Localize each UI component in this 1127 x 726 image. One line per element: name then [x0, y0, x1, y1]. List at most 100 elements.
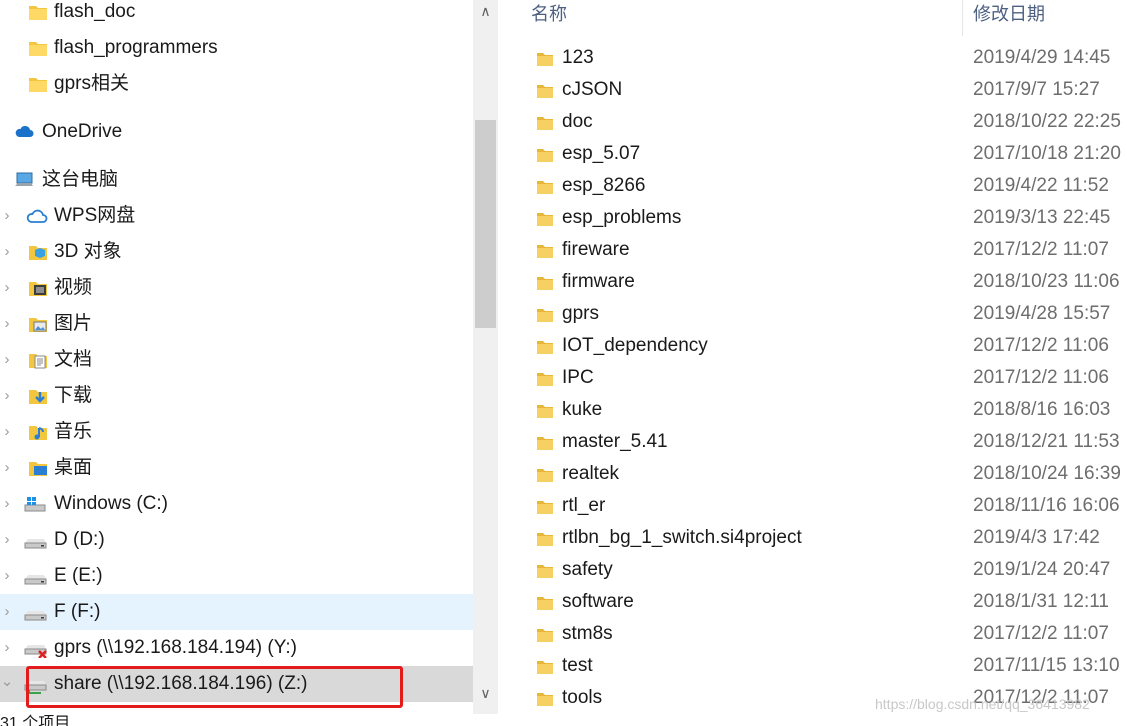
nav-item-wps-cloud[interactable]: › WPS网盘 [0, 198, 473, 234]
nav-item-f-drive[interactable]: › F (F:) [0, 594, 473, 630]
folder-icon [29, 78, 47, 92]
nav-item-this-pc[interactable]: 这台电脑 [0, 162, 473, 198]
file-name: software [562, 591, 634, 612]
file-row[interactable]: rtl_er 2018/11/16 16:06 [498, 491, 1127, 523]
file-date-modified: 2019/4/3 17:42 [973, 527, 1100, 548]
nav-item-label: flash_doc [54, 1, 136, 22]
file-row[interactable]: IPC 2017/12/2 11:06 [498, 363, 1127, 395]
file-row[interactable]: stm8s 2017/12/2 11:07 [498, 619, 1127, 651]
nav-item-music[interactable]: › 音乐 [0, 414, 473, 450]
file-name: stm8s [562, 623, 613, 644]
file-date-modified: 2018/8/16 16:03 [973, 399, 1111, 420]
nav-item-label: 下载 [54, 385, 93, 406]
chevron-down-icon[interactable]: ⌄ [0, 674, 14, 690]
nav-item-label: 音乐 [54, 421, 93, 442]
file-row[interactable]: rtlbn_bg_1_switch.si4project 2019/4/3 17:… [498, 523, 1127, 555]
file-row[interactable]: 123 2019/4/29 14:45 [498, 43, 1127, 75]
column-divider[interactable] [962, 0, 963, 36]
file-row[interactable]: esp_problems 2019/3/13 22:45 [498, 203, 1127, 235]
column-header-name[interactable]: 名称 [531, 2, 567, 26]
chevron-right-icon[interactable]: › [0, 316, 14, 332]
nav-item-3d-objects[interactable]: › 3D 对象 [0, 234, 473, 270]
chevron-right-icon[interactable]: › [0, 568, 14, 584]
nav-scrollbar[interactable]: ∧ ∨ [473, 0, 498, 714]
chevron-right-icon[interactable]: › [0, 424, 14, 440]
file-row[interactable]: firmware 2018/10/23 11:06 [498, 267, 1127, 299]
nav-item-e-drive[interactable]: › E (E:) [0, 558, 473, 594]
file-name: IOT_dependency [562, 335, 708, 356]
file-name: doc [562, 111, 593, 132]
file-row[interactable]: safety 2019/1/24 20:47 [498, 555, 1127, 587]
chevron-right-icon[interactable]: › [0, 640, 14, 656]
nav-item-label: Windows (C:) [54, 493, 169, 514]
file-row[interactable]: esp_8266 2019/4/22 11:52 [498, 171, 1127, 203]
folder-icon [537, 85, 553, 98]
file-name: IPC [562, 367, 594, 388]
folder-icon [537, 181, 553, 194]
file-date-modified: 2017/10/18 21:20 [973, 143, 1121, 164]
nav-item-documents[interactable]: › 文档 [0, 342, 473, 378]
drive-icon [24, 575, 47, 585]
file-row[interactable]: esp_5.07 2017/10/18 21:20 [498, 139, 1127, 171]
chevron-right-icon[interactable]: › [0, 460, 14, 476]
scroll-down-arrow-icon[interactable]: ∨ [473, 682, 498, 704]
videos-folder-icon [29, 282, 47, 296]
nav-item-gprs-network-drive[interactable]: › gprs (\\192.168.184.194) (Y:) [0, 630, 473, 666]
chevron-right-icon[interactable]: › [0, 532, 14, 548]
scroll-thumb[interactable] [475, 120, 496, 328]
annotation-highlight-box [26, 666, 403, 708]
folder-icon [537, 277, 553, 290]
file-row[interactable]: realtek 2018/10/24 16:39 [498, 459, 1127, 491]
folder-icon [537, 245, 553, 258]
nav-item-onedrive[interactable]: OneDrive [0, 114, 473, 150]
file-date-modified: 2018/10/22 22:25 [973, 111, 1121, 132]
file-row[interactable]: master_5.41 2018/12/21 11:53 [498, 427, 1127, 459]
file-row[interactable]: software 2018/1/31 12:11 [498, 587, 1127, 619]
file-name: cJSON [562, 79, 623, 100]
file-date-modified: 2017/9/7 15:27 [973, 79, 1100, 100]
nav-item-windows-c[interactable]: › Windows (C:) [0, 486, 473, 522]
chevron-right-icon[interactable]: › [0, 244, 14, 260]
onedrive-cloud-icon [15, 125, 34, 137]
chevron-right-icon[interactable]: › [0, 496, 14, 512]
nav-item-flash-programmers[interactable]: flash_programmers [0, 30, 473, 66]
network-drive-disconnected-icon [24, 645, 47, 658]
nav-item-gprs-related[interactable]: gprs相关 [0, 66, 473, 102]
nav-item-label: D (D:) [54, 529, 105, 550]
nav-item-downloads[interactable]: › 下载 [0, 378, 473, 414]
file-row[interactable]: kuke 2018/8/16 16:03 [498, 395, 1127, 427]
nav-item-label: E (E:) [54, 565, 103, 586]
nav-item-desktop[interactable]: › 桌面 [0, 450, 473, 486]
chevron-right-icon[interactable]: › [0, 352, 14, 368]
folder-icon [537, 533, 553, 546]
downloads-folder-icon [29, 390, 47, 404]
nav-item-d-drive[interactable]: › D (D:) [0, 522, 473, 558]
file-name: rtl_er [562, 495, 606, 516]
file-name: safety [562, 559, 613, 580]
file-row[interactable]: gprs 2019/4/28 15:57 [498, 299, 1127, 331]
file-date-modified: 2018/12/21 11:53 [973, 431, 1120, 452]
music-folder-icon [29, 426, 47, 440]
file-name: realtek [562, 463, 620, 484]
chevron-right-icon[interactable]: › [0, 280, 14, 296]
folder-icon [537, 597, 553, 610]
folder-icon [537, 501, 553, 514]
column-header-date-modified[interactable]: 修改日期 [973, 2, 1045, 26]
folder-icon [537, 309, 553, 322]
chevron-right-icon[interactable]: › [0, 208, 14, 224]
file-row[interactable]: doc 2018/10/22 22:25 [498, 107, 1127, 139]
chevron-right-icon[interactable]: › [0, 604, 14, 620]
file-date-modified: 2019/4/22 11:52 [973, 175, 1109, 196]
file-row[interactable]: cJSON 2017/9/7 15:27 [498, 75, 1127, 107]
file-row[interactable]: IOT_dependency 2017/12/2 11:06 [498, 331, 1127, 363]
file-name: tools [562, 687, 603, 708]
file-name: esp_problems [562, 207, 682, 228]
folder-icon [537, 341, 553, 354]
nav-item-videos[interactable]: › 视频 [0, 270, 473, 306]
file-row[interactable]: fireware 2017/12/2 11:07 [498, 235, 1127, 267]
file-row[interactable]: test 2017/11/15 13:10 [498, 651, 1127, 683]
scroll-up-arrow-icon[interactable]: ∧ [473, 0, 498, 22]
nav-item-flash-doc[interactable]: flash_doc [0, 0, 473, 30]
chevron-right-icon[interactable]: › [0, 388, 14, 404]
nav-item-pictures[interactable]: › 图片 [0, 306, 473, 342]
